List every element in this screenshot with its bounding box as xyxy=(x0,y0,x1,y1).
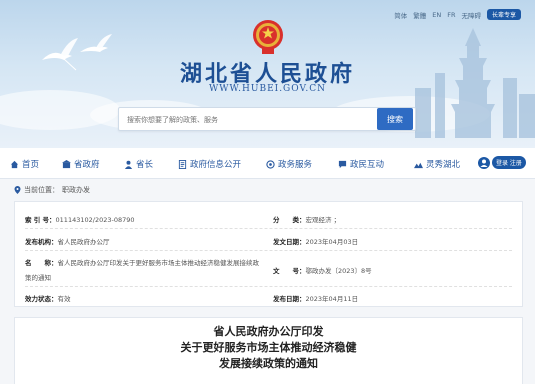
meta-index-value: 011143102/2023-08790 xyxy=(55,216,135,224)
meta-publish-value: 2023年04月11日 xyxy=(305,295,359,303)
meta-category-value: 宏观经济 ； xyxy=(305,216,341,224)
meta-validity-label: 效力状态： xyxy=(25,295,58,303)
nav-item-label: 政务服务 xyxy=(278,160,313,170)
article-title-line-2: 关于更好服务市场主体推动经济稳健 xyxy=(180,341,357,354)
meta-docno-label: 文 号： xyxy=(273,267,306,275)
nav-item-label: 政府信息公开 xyxy=(190,160,242,170)
site-url: WWW.HUBEI.GOV.CN xyxy=(208,84,327,94)
chat-icon xyxy=(338,160,347,168)
meta-name: 名 称：省人民政府办公厅印发关于更好服务市场主体推动经济稳健发展接续政策的通知 xyxy=(25,256,265,286)
meta-docno-value: 鄂政办发〔2023〕8号 xyxy=(305,267,372,275)
breadcrumb-current[interactable]: 职政办发 xyxy=(62,185,90,195)
nav-item-scenic-hubei[interactable]: 灵秀湖北 xyxy=(414,158,460,170)
nav-item-label: 省政府 xyxy=(74,160,100,170)
search-button[interactable]: 搜索 xyxy=(377,108,413,130)
search-input[interactable] xyxy=(125,111,369,129)
top-link-traditional[interactable]: 繁體 xyxy=(413,10,426,20)
header-banner: 简体 繁體 EN FR 无障碍 长辈专享 湖北省人民政府 WWW.HUBEI.G… xyxy=(0,0,535,148)
login-area[interactable]: 登录 注册 xyxy=(478,156,526,169)
nav-item-label: 政民互动 xyxy=(350,160,385,170)
home-icon xyxy=(10,160,19,168)
breadcrumb: 当前位置： 职政办发 xyxy=(14,185,90,195)
top-link-english[interactable]: EN xyxy=(432,11,441,19)
meta-divider xyxy=(25,250,512,252)
meta-issuer-value: 省人民政府办公厅 xyxy=(57,238,110,246)
meta-name-label: 名 称： xyxy=(25,259,58,267)
top-link-simplified[interactable]: 简体 xyxy=(394,10,407,20)
person-icon xyxy=(124,160,133,169)
meta-issuer: 发布机构：省人民政府办公厅 xyxy=(25,236,110,246)
meta-category: 分 类：宏观经济 ； xyxy=(273,214,340,224)
article-panel: 省人民政府办公厅印发 关于更好服务市场主体推动经济稳健 发展接续政策的通知 xyxy=(14,317,523,384)
meta-publish-label: 发布日期： xyxy=(273,295,306,303)
top-links-bar: 简体 繁體 EN FR 无障碍 长辈专享 xyxy=(394,9,521,20)
top-link-french[interactable]: FR xyxy=(447,11,455,19)
nav-item-provincial-government[interactable]: 省政府 xyxy=(62,158,100,170)
meta-index-label: 索 引 号： xyxy=(25,216,56,224)
location-pin-icon xyxy=(14,186,21,194)
nav-item-home[interactable]: 首页 xyxy=(10,158,39,170)
meta-index: 索 引 号：011143102/2023-08790 xyxy=(25,214,135,224)
nav-item-information-disclosure[interactable]: 政府信息公开 xyxy=(178,158,241,170)
meta-docno: 文 号：鄂政办发〔2023〕8号 xyxy=(273,265,372,275)
national-emblem-icon xyxy=(253,20,283,54)
top-link-accessibility[interactable]: 无障碍 xyxy=(461,10,481,20)
meta-issuer-label: 发布机构： xyxy=(25,238,58,246)
meta-validity-value: 有效 xyxy=(57,295,71,303)
nav-item-label: 首页 xyxy=(22,160,40,170)
login-register-button[interactable]: 登录 注册 xyxy=(492,156,526,169)
document-metadata-panel: 索 引 号：011143102/2023-08790 分 类：宏观经济 ； 发布… xyxy=(14,201,523,307)
nav-item-label: 灵秀湖北 xyxy=(426,160,461,170)
nav-item-public-interaction[interactable]: 政民互动 xyxy=(338,158,384,170)
landscape-icon xyxy=(414,162,423,168)
building-icon xyxy=(62,159,71,168)
service-icon xyxy=(266,159,275,169)
document-icon xyxy=(178,159,187,169)
meta-name-value: 省人民政府办公厅印发关于更好服务市场主体推动经济稳健发展接续政策的通知 xyxy=(25,259,259,282)
article-title-line-1: 省人民政府办公厅印发 xyxy=(213,325,324,338)
elder-mode-button[interactable]: 长辈专享 xyxy=(486,9,521,20)
user-avatar-icon xyxy=(478,156,490,169)
article-title-line-3: 发展接续政策的通知 xyxy=(219,357,318,370)
search-box xyxy=(118,107,416,131)
meta-divider xyxy=(25,286,512,288)
nav-item-governor[interactable]: 省长 xyxy=(124,158,153,170)
nav-item-government-services[interactable]: 政务服务 xyxy=(266,158,312,170)
meta-category-label: 分 类： xyxy=(273,216,306,224)
meta-date: 发文日期：2023年04月03日 xyxy=(273,236,358,246)
meta-date-value: 2023年04月03日 xyxy=(305,238,359,246)
meta-date-label: 发文日期： xyxy=(273,238,306,246)
meta-publish: 发布日期：2023年04月11日 xyxy=(273,293,358,303)
main-nav: 首页 省政府 省长 政府信息公开 政务服务 政民互动 灵秀湖北 xyxy=(0,148,535,179)
meta-divider xyxy=(25,228,512,230)
nav-item-label: 省长 xyxy=(136,160,154,170)
meta-validity: 效力状态：有效 xyxy=(25,293,71,303)
breadcrumb-prefix: 当前位置： xyxy=(24,186,59,194)
